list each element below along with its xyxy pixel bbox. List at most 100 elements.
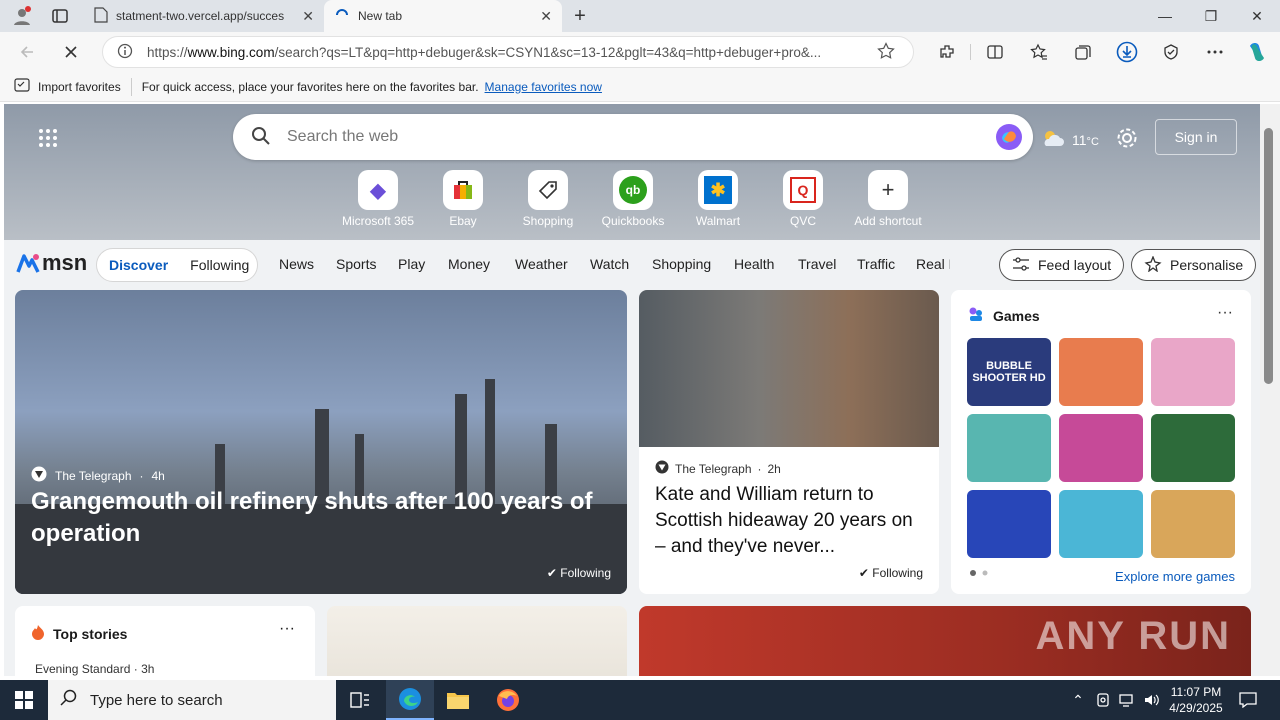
main-story-card[interactable]: The Telegraph · 4h Grangemouth oil refiner… <box>15 290 627 594</box>
game-tile[interactable] <box>1059 338 1143 406</box>
nav-traffic[interactable]: Traffic <box>857 256 895 272</box>
clock-time: 11:07 PM <box>1170 685 1222 699</box>
shortcut-label: QVC <box>789 214 816 228</box>
sign-in-button[interactable]: Sign in <box>1155 119 1237 155</box>
nav-travel[interactable]: Travel <box>798 256 836 272</box>
story-card-image[interactable]: ANY RUN <box>639 606 1251 676</box>
telegraph-logo-icon <box>31 466 47 485</box>
address-bar[interactable]: https://www.bing.com/search?qs=LT&pq=htt… <box>102 36 914 68</box>
taskbar-search[interactable]: Type here to search <box>48 680 336 720</box>
game-tile[interactable] <box>1059 414 1143 482</box>
more-options-icon[interactable]: ··· <box>279 620 295 638</box>
profile-icon[interactable] <box>4 0 40 32</box>
taskbar-search-input[interactable]: Type here to search <box>90 692 223 709</box>
carousel-dots[interactable] <box>969 565 993 580</box>
nav-weather[interactable]: Weather <box>515 256 568 272</box>
edge-taskbar-icon[interactable] <box>386 680 434 720</box>
tab-title: statment-two.vercel.app/succes <box>116 9 285 23</box>
site-info-icon[interactable] <box>117 43 133 62</box>
game-tile[interactable] <box>967 414 1051 482</box>
feed-layout-button[interactable]: Feed layout <box>999 249 1125 281</box>
game-tile[interactable] <box>1059 490 1143 558</box>
weather-temperature: 11 <box>1072 131 1087 148</box>
network-icon[interactable] <box>1114 680 1140 720</box>
following-badge[interactable]: ✔ Following <box>859 566 923 580</box>
story-image <box>639 290 939 447</box>
stop-loading-button[interactable] <box>56 38 86 66</box>
feed-layout-label: Feed layout <box>1038 257 1112 273</box>
tab-following[interactable]: Following <box>190 257 249 273</box>
game-tile[interactable] <box>1151 338 1235 406</box>
nav-money[interactable]: Money <box>448 256 490 272</box>
nav-news[interactable]: News <box>279 256 314 272</box>
shortcut-walmart[interactable]: ✱ Walmart <box>678 170 758 228</box>
tab-actions-icon[interactable] <box>40 0 80 32</box>
close-tab-icon[interactable]: ✕ <box>302 8 314 25</box>
shortcut-qvc[interactable]: Q QVC <box>763 170 843 228</box>
tab-discover[interactable]: Discover <box>109 257 168 273</box>
shortcut-ebay[interactable]: Ebay <box>423 170 503 228</box>
start-button[interactable] <box>0 680 48 720</box>
second-story-headline[interactable]: Kate and William return to Scottish hide… <box>655 482 925 560</box>
copilot-icon[interactable] <box>1242 38 1272 66</box>
second-story-card[interactable]: The Telegraph · 2h Kate and William return… <box>639 290 939 594</box>
following-badge[interactable]: ✔ Following <box>547 566 611 580</box>
close-window-button[interactable]: ✕ <box>1234 0 1280 32</box>
personalise-button[interactable]: Personalise <box>1131 249 1257 281</box>
search-box[interactable]: Search the web <box>233 114 1033 160</box>
favorites-icon[interactable] <box>1024 38 1054 66</box>
tab-active[interactable]: New tab ✕ <box>324 0 562 32</box>
story-card-image[interactable] <box>327 606 627 676</box>
nav-play[interactable]: Play <box>398 256 425 272</box>
game-tile[interactable] <box>967 490 1051 558</box>
explore-more-games-link[interactable]: Explore more games <box>1115 569 1235 584</box>
scrollbar-thumb[interactable] <box>1264 128 1273 384</box>
shortcut-microsoft-365[interactable]: ◆ Microsoft 365 <box>338 170 418 228</box>
file-explorer-icon[interactable] <box>434 680 482 720</box>
favorite-star-icon[interactable] <box>877 41 895 63</box>
back-button[interactable] <box>12 38 42 66</box>
weather-widget[interactable]: 11°C <box>1040 128 1099 151</box>
copilot-search-icon[interactable] <box>995 123 1023 154</box>
firefox-icon[interactable] <box>484 680 532 720</box>
new-tab-button[interactable]: + <box>562 0 598 32</box>
tab-inactive[interactable]: statment-two.vercel.app/succes ✕ <box>84 0 324 32</box>
device-icon[interactable] <box>1090 680 1116 720</box>
browser-essentials-icon[interactable] <box>1156 38 1186 66</box>
msn-logo[interactable]: msn <box>16 250 87 276</box>
collections-icon[interactable] <box>1068 38 1098 66</box>
import-favorites-button[interactable]: Import favorites <box>14 77 132 96</box>
downloads-icon[interactable] <box>1112 38 1142 66</box>
search-input[interactable]: Search the web <box>287 128 398 146</box>
restore-button[interactable]: ❐ <box>1188 0 1234 32</box>
settings-gear-icon[interactable] <box>1116 127 1138 152</box>
split-screen-icon[interactable] <box>980 38 1010 66</box>
shortcut-quickbooks[interactable]: qb Quickbooks <box>593 170 673 228</box>
chevron-up-icon[interactable]: ⌃ <box>1066 680 1090 720</box>
nav-shopping[interactable]: Shopping <box>652 256 711 272</box>
close-tab-icon[interactable]: ✕ <box>540 8 552 25</box>
game-tile[interactable]: BUBBLE SHOOTER HD <box>967 338 1051 406</box>
extensions-icon[interactable] <box>932 38 962 66</box>
apps-launcher-icon[interactable] <box>38 128 58 151</box>
games-card: Games ··· BUBBLE SHOOTER HD Explore more… <box>951 290 1251 594</box>
main-story-headline[interactable]: Grangemouth oil refinery shuts after 100… <box>31 486 611 550</box>
notification-center-icon[interactable] <box>1228 680 1268 720</box>
task-view-icon[interactable] <box>336 680 384 720</box>
nav-watch[interactable]: Watch <box>590 256 629 272</box>
more-options-icon[interactable]: ··· <box>1217 304 1233 322</box>
more-menu-icon[interactable] <box>1200 38 1230 66</box>
system-clock[interactable]: 11:07 PM 4/29/2025 <box>1164 684 1228 716</box>
shortcut-shopping[interactable]: Shopping <box>508 170 588 228</box>
manage-favorites-link[interactable]: Manage favorites now <box>485 80 602 94</box>
minimize-button[interactable]: — <box>1142 0 1188 32</box>
shortcut-add[interactable]: + Add shortcut <box>848 170 928 228</box>
game-tile[interactable] <box>1151 490 1235 558</box>
quickbooks-icon: qb <box>613 170 653 210</box>
nav-sports[interactable]: Sports <box>336 256 376 272</box>
volume-icon[interactable] <box>1138 680 1164 720</box>
story-source: The Telegraph · 4h <box>31 466 165 485</box>
nav-health[interactable]: Health <box>734 256 774 272</box>
nav-real-estate[interactable]: Real E <box>916 256 950 272</box>
game-tile[interactable] <box>1151 414 1235 482</box>
